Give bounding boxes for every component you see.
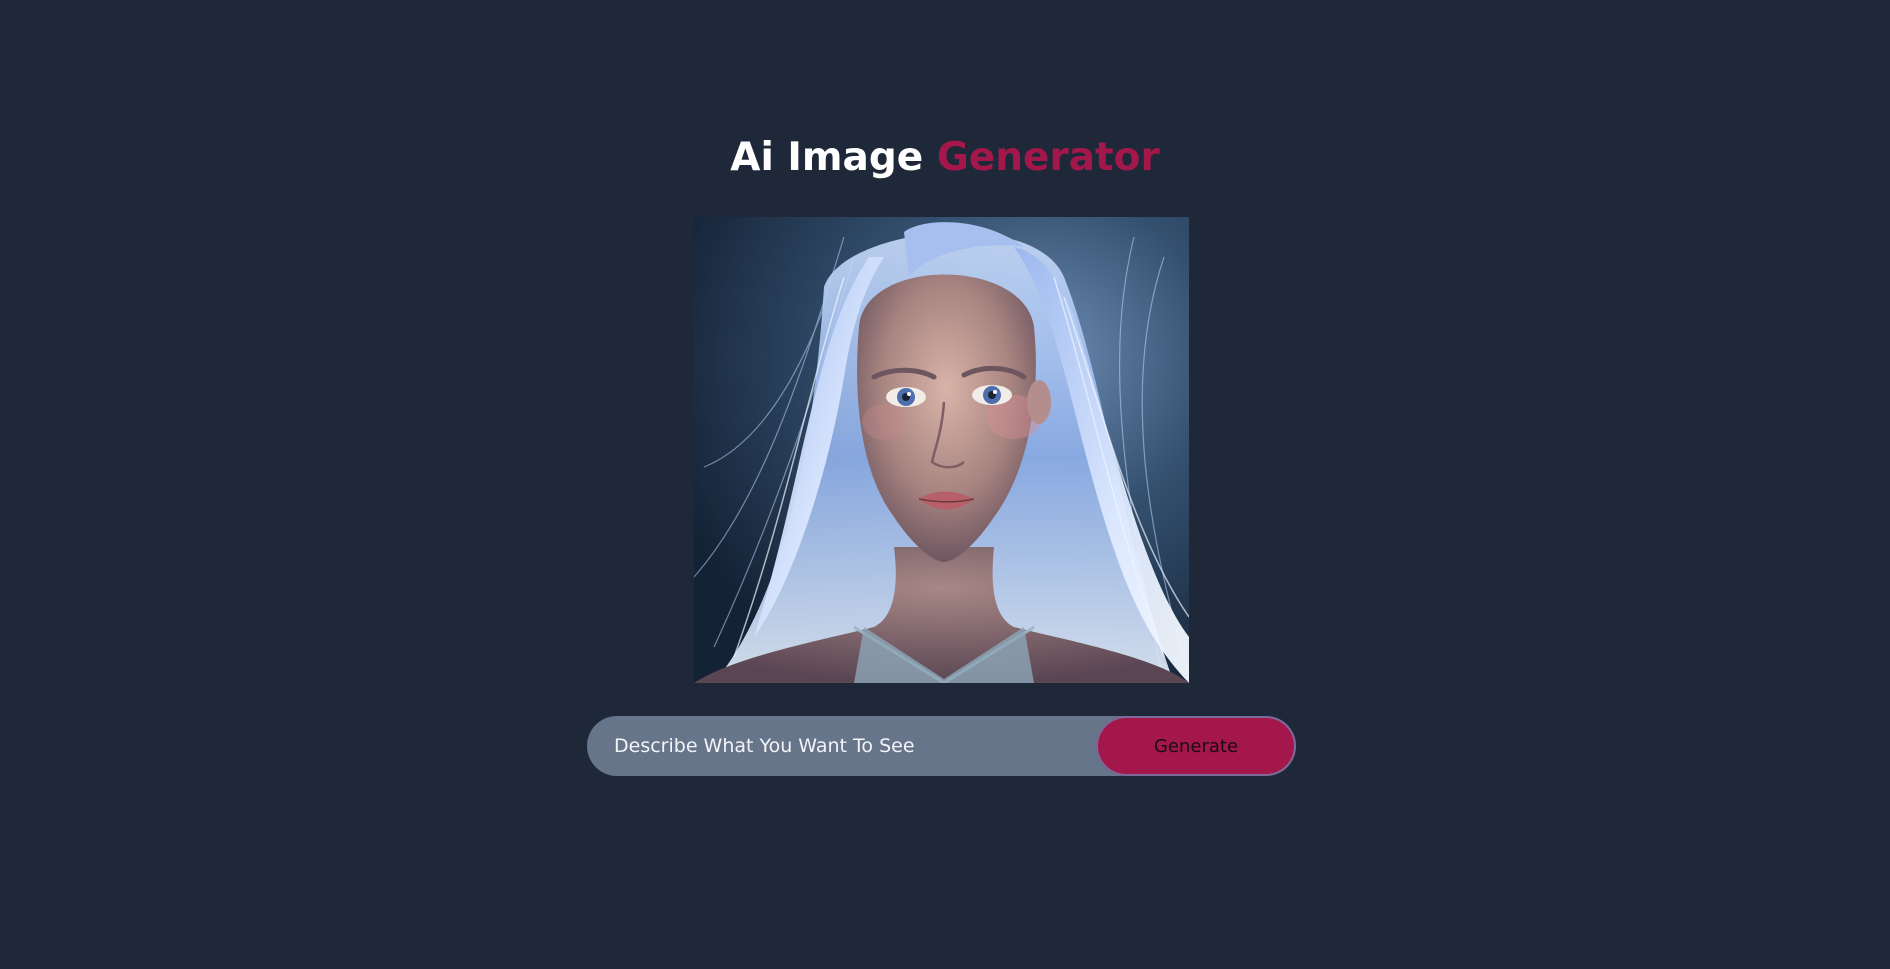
ai-image-generator-app: Ai Image Generator Describe What You Wan… (0, 0, 1890, 969)
prompt-input[interactable] (587, 716, 1097, 776)
generate-button[interactable]: Generate (1096, 716, 1296, 776)
title-main: Ai Image (730, 135, 924, 180)
prompt-bar: Generate (587, 716, 1296, 776)
generated-image (694, 217, 1189, 683)
title-accent: Generator (936, 135, 1160, 180)
page-title: Ai Image Generator (0, 132, 1890, 184)
